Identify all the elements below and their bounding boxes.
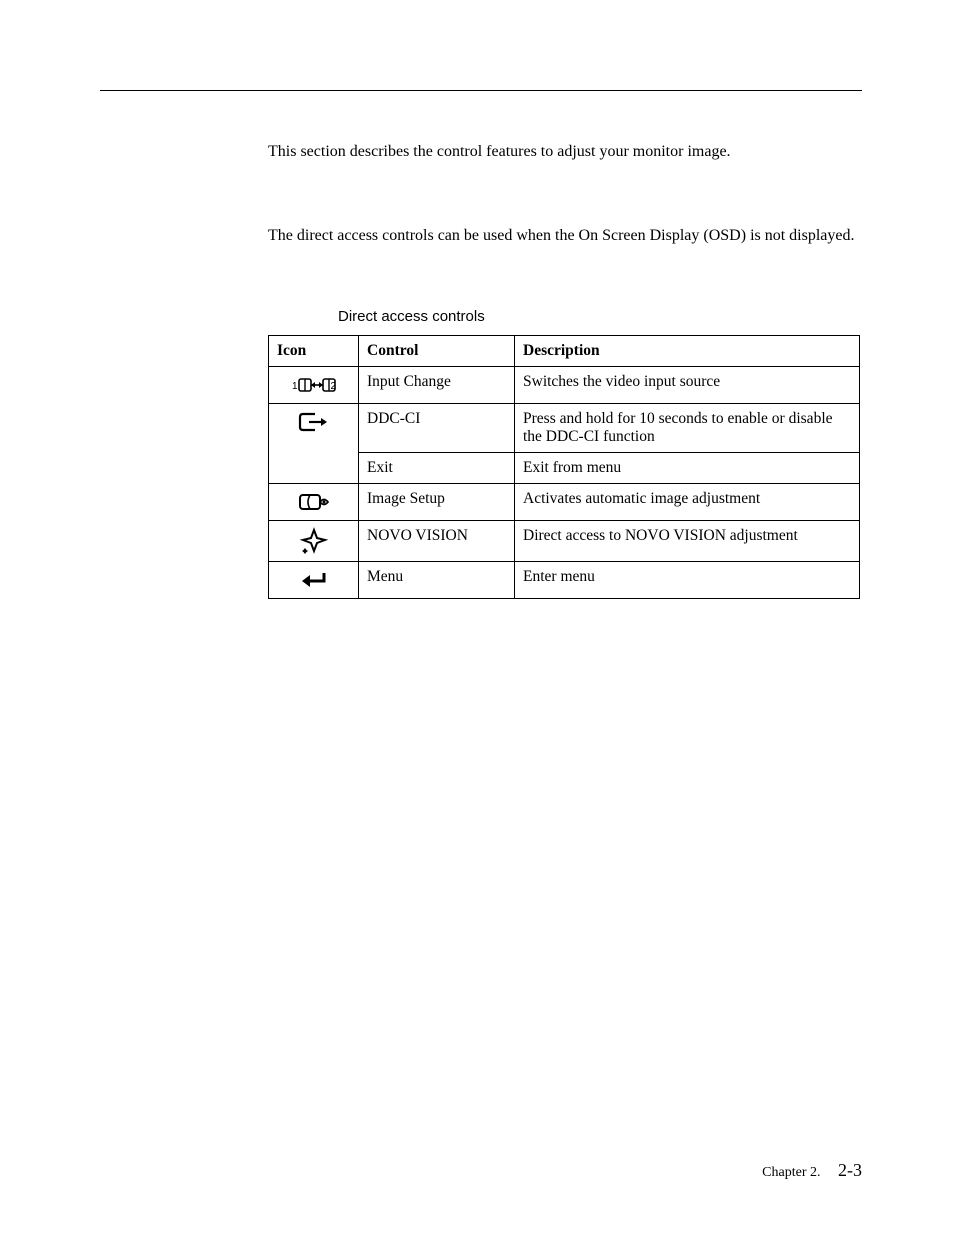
control-label: Exit [359,453,515,484]
control-label: Image Setup [359,484,515,521]
table-row: Image Setup Activates automatic image ad… [269,484,860,521]
table-row: DDC-CI Press and hold for 10 seconds to … [269,404,860,453]
control-description: Press and hold for 10 seconds to enable … [515,404,860,453]
control-description: Activates automatic image adjustment [515,484,860,521]
page-footer: Chapter 2. 2-3 [762,1160,862,1181]
direct-access-paragraph: The direct access controls can be used w… [268,225,862,247]
table-row: Menu Enter menu [269,562,860,599]
direct-access-table: Icon Control Description 1 2 Input Ch [268,335,860,599]
table-caption: Direct access controls [338,308,862,325]
intro-paragraph: This section describes the control featu… [268,141,862,163]
control-label: Menu [359,562,515,599]
svg-text:1: 1 [292,381,298,392]
control-description: Direct access to NOVO VISION adjustment [515,521,860,562]
table-header-row: Icon Control Description [269,336,860,367]
header-description: Description [515,336,860,367]
header-icon: Icon [269,336,359,367]
footer-chapter: Chapter 2. [762,1165,820,1180]
header-control: Control [359,336,515,367]
footer-page-number: 2-3 [838,1160,862,1180]
top-rule [100,90,862,91]
control-description: Exit from menu [515,453,860,484]
table-row: NOVO VISION Direct access to NOVO VISION… [269,521,860,562]
control-label: Input Change [359,367,515,404]
svg-text:2: 2 [330,381,336,392]
novo-vision-icon [269,521,359,562]
table-row: 1 2 Input Change Switches the video inpu… [269,367,860,404]
document-page: This section describes the control featu… [0,0,954,1235]
control-label: DDC-CI [359,404,515,453]
control-description: Switches the video input source [515,367,860,404]
menu-enter-icon [269,562,359,599]
image-setup-icon [269,484,359,521]
exit-arrow-icon [269,404,359,484]
control-label: NOVO VISION [359,521,515,562]
control-description: Enter menu [515,562,860,599]
input-change-icon: 1 2 [269,367,359,404]
